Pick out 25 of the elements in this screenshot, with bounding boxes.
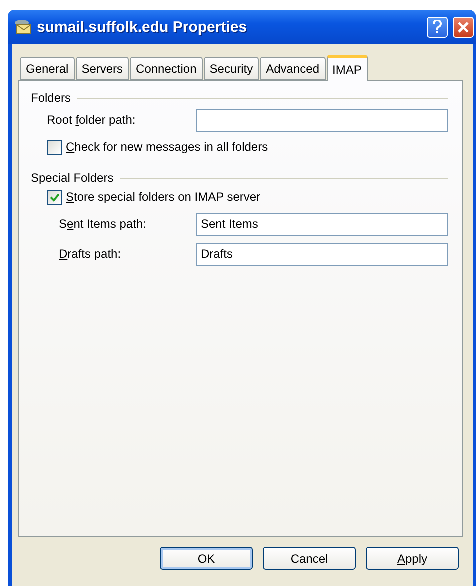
checkbox-label[interactable]: Check for new messages in all folders	[66, 140, 268, 154]
field-label: Drafts path:	[59, 247, 122, 261]
tab[interactable]: Servers	[76, 57, 130, 80]
dialog-button[interactable]: Apply	[366, 547, 459, 570]
input-field[interactable]: Drafts	[196, 242, 448, 266]
close-icon[interactable]	[453, 16, 474, 38]
checkbox-label[interactable]: Store special folders on IMAP server	[66, 190, 261, 204]
mail-server-icon	[14, 19, 32, 35]
group-title: Folders	[31, 91, 72, 105]
field-label: Sent Items path:	[59, 217, 146, 231]
tab[interactable]: General	[20, 57, 75, 80]
checkbox[interactable]	[47, 140, 62, 154]
tab[interactable]: Security	[204, 57, 260, 80]
help-icon[interactable]	[427, 16, 448, 38]
dialog-button[interactable]: OK	[160, 547, 253, 570]
window-title: sumail.suffolk.edu Properties	[37, 18, 248, 36]
dialog-button[interactable]: Cancel	[263, 547, 356, 570]
input-field[interactable]: Sent Items	[196, 212, 448, 236]
checkbox[interactable]	[47, 190, 62, 204]
tab[interactable]: Connection	[130, 57, 203, 80]
field-label: Root folder path:	[47, 113, 136, 127]
tab[interactable]: IMAP	[326, 55, 368, 81]
input-field[interactable]	[196, 108, 448, 132]
group-title: Special Folders	[31, 171, 114, 185]
tab[interactable]: Advanced	[260, 57, 326, 80]
